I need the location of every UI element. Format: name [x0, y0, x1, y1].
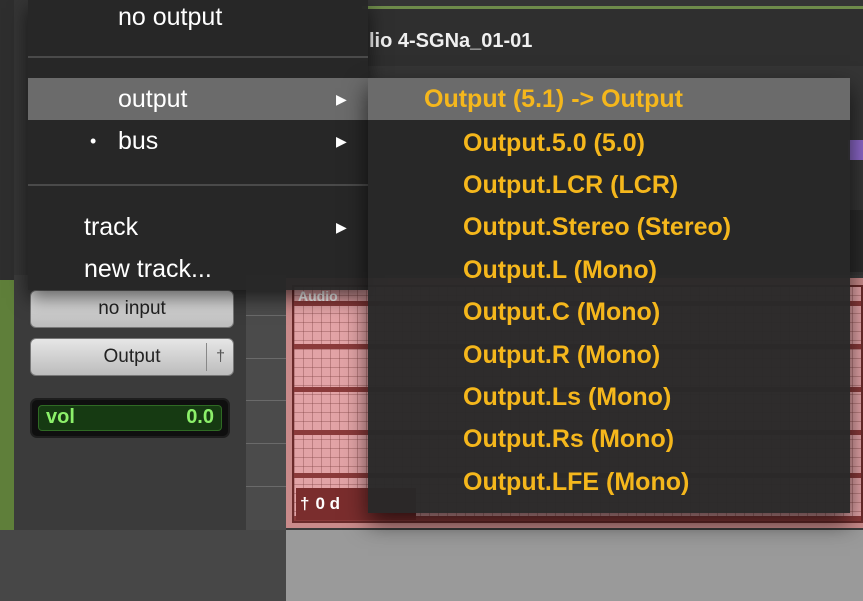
background-left-meter: [0, 280, 14, 530]
ruler-tick: [246, 486, 286, 487]
timeline-ruler: [246, 275, 286, 530]
pin-icon[interactable]: †: [216, 339, 225, 375]
ruler-tick: [246, 315, 286, 316]
clip-footer-value: 0 d: [315, 494, 341, 513]
menu-separator: [28, 184, 368, 186]
pin-icon: †: [300, 494, 310, 513]
submenu-arrow-icon: ▶: [336, 133, 347, 149]
submenu-item-output-stereo[interactable]: Output.Stereo (Stereo): [368, 206, 850, 248]
volume-label: vol: [46, 406, 75, 428]
submenu-item-output-c[interactable]: Output.C (Mono): [368, 291, 850, 333]
output-selector-label: Output: [103, 346, 161, 367]
ruler-tick: [246, 400, 286, 401]
submenu-item-label: Output.LFE (Mono): [463, 468, 690, 496]
menu-item-label: no output: [118, 3, 223, 31]
volume-value: 0.0: [186, 406, 214, 428]
menu-item-new-track[interactable]: new track...: [28, 248, 368, 290]
submenu-item-label: Output.L (Mono): [463, 256, 657, 284]
output-submenu: Output (5.1) -> Output Output.5.0 (5.0) …: [368, 78, 850, 513]
submenu-item-label: Output (5.1) -> Output: [424, 85, 683, 113]
output-selector-button[interactable]: Output †: [30, 338, 234, 376]
menu-item-output[interactable]: output ▶: [28, 78, 368, 120]
submenu-arrow-icon: ▶: [336, 219, 347, 235]
background-bottom-right-area: [286, 530, 863, 601]
selected-bullet-icon: •: [90, 131, 97, 151]
submenu-item-label: Output.LCR (LCR): [463, 171, 679, 199]
ruler-tick: [246, 358, 286, 359]
submenu-item-label: Output.Rs (Mono): [463, 425, 675, 453]
menu-separator: [28, 56, 368, 58]
submenu-item-output-lfe[interactable]: Output.LFE (Mono): [368, 461, 850, 503]
menu-item-no-output[interactable]: no output: [28, 0, 368, 38]
submenu-item-label: Output.R (Mono): [463, 341, 661, 369]
submenu-item-label: Output.5.0 (5.0): [463, 129, 645, 157]
submenu-item-label: Output.Stereo (Stereo): [463, 213, 732, 241]
ruler-tick: [246, 443, 286, 444]
track-title: lio 4-SGNa_01-01: [369, 30, 533, 52]
submenu-arrow-icon: ▶: [336, 91, 347, 107]
menu-item-label: track: [84, 213, 139, 241]
menu-item-bus[interactable]: • bus ▶: [28, 120, 368, 162]
submenu-item-label: Output.Ls (Mono): [463, 383, 672, 411]
track-header-line: [362, 6, 863, 9]
submenu-item-output-5-1[interactable]: Output (5.1) -> Output: [368, 78, 850, 120]
menu-item-label: output: [118, 85, 188, 113]
clip-label: Audio: [298, 288, 338, 304]
submenu-item-output-rs[interactable]: Output.Rs (Mono): [368, 418, 850, 460]
submenu-item-label: Output.C (Mono): [463, 298, 661, 326]
output-routing-menu: no output output ▶ • bus ▶ track ▶ new t…: [28, 0, 368, 290]
menu-item-label: bus: [118, 127, 159, 155]
input-selector-label: no input: [98, 298, 166, 319]
submenu-item-output-ls[interactable]: Output.Ls (Mono): [368, 376, 850, 418]
volume-fader[interactable]: vol 0.0: [30, 398, 230, 438]
menu-item-track[interactable]: track ▶: [28, 206, 368, 248]
submenu-item-output-l[interactable]: Output.L (Mono): [368, 249, 850, 291]
menu-item-label: new track...: [84, 255, 212, 283]
input-selector-button[interactable]: no input: [30, 290, 234, 328]
submenu-item-output-5-0[interactable]: Output.5.0 (5.0): [368, 122, 850, 164]
submenu-item-output-r[interactable]: Output.R (Mono): [368, 334, 850, 376]
submenu-item-output-lcr[interactable]: Output.LCR (LCR): [368, 164, 850, 206]
region-chip: [848, 140, 863, 160]
output-selector-divider: [206, 343, 207, 371]
